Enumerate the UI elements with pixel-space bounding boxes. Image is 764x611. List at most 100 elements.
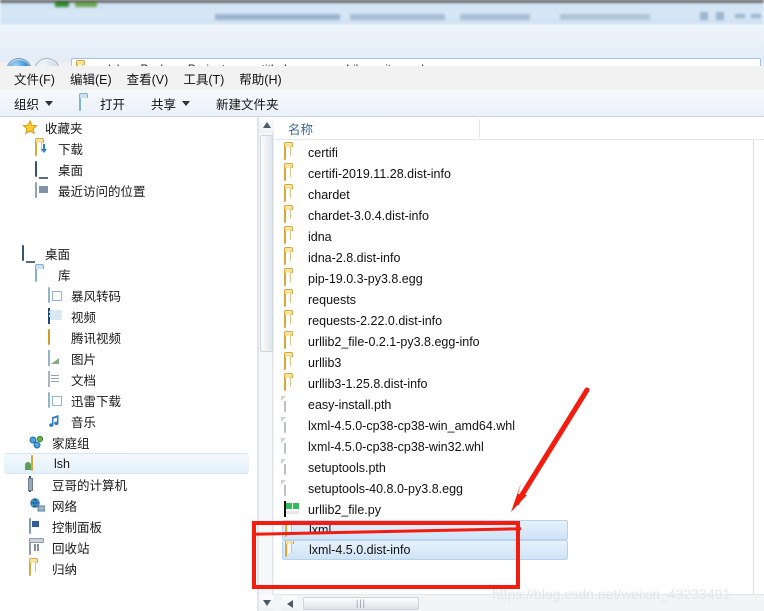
list-item[interactable]: lxml-4.5.0-cp38-cp38-win_amd64.whl: [274, 415, 764, 436]
list-item[interactable]: urllib2_file-0.2.1-py3.8.egg-info: [274, 331, 764, 352]
menu-item-view[interactable]: 查看(V): [123, 67, 180, 90]
list-item-label: certifi: [308, 145, 338, 160]
sidebar-item-favorites[interactable]: 收藏夹: [0, 117, 257, 138]
folder-icon: [285, 521, 302, 538]
watermark-url: https://blog.csdn.net/weixin_43233491: [492, 586, 731, 602]
list-item[interactable]: setuptools-40.8.0-py3.8.egg: [274, 478, 764, 499]
list-item[interactable]: lxml-4.5.0.dist-info: [282, 540, 568, 560]
list-item[interactable]: easy-install.pth: [274, 394, 764, 415]
file-rows: certifi certifi-2019.11.28.dist-info cha…: [274, 142, 764, 560]
file-icon: [284, 458, 301, 476]
sidebar-item-label: 迅雷下载: [71, 395, 122, 409]
organize-button[interactable]: 组织: [14, 94, 54, 113]
sidebar-item-pictures[interactable]: 图片: [0, 348, 257, 369]
list-item[interactable]: requests: [274, 289, 764, 310]
explorer-window: ▸ lsh ▸ PycharmProjects ▸ untitled ▸ ven…: [0, 0, 764, 611]
list-item[interactable]: urllib2_file.py: [274, 499, 764, 520]
list-item-label: setuptools.pth: [308, 460, 386, 475]
list-item[interactable]: requests-2.22.0.dist-info: [274, 310, 764, 331]
list-item[interactable]: lxml-4.5.0-cp38-cp38-win32.whl: [274, 436, 764, 457]
folder-icon: [284, 353, 301, 371]
user-folder-icon: [31, 454, 48, 472]
navigation-pane-scrollbar[interactable]: [258, 117, 274, 611]
recent-places-icon: [35, 181, 52, 199]
chevron-down-icon: [45, 100, 54, 106]
sidebar-item-label: 桌面: [58, 164, 84, 178]
sidebar-item-documents[interactable]: 文档: [0, 369, 257, 390]
sidebar-item-label: 家庭组: [52, 437, 90, 451]
scrollbar-thumb[interactable]: |||: [303, 597, 419, 610]
sidebar-item-libraries[interactable]: 库: [0, 264, 257, 285]
sidebar-item-videos[interactable]: 视频: [0, 306, 257, 327]
sidebar-item-downloads[interactable]: 下载: [0, 138, 257, 159]
list-item[interactable]: lxml: [282, 520, 568, 540]
sidebar-item-homegroup[interactable]: 家庭组: [0, 432, 257, 453]
menu-item-tools[interactable]: 工具(T): [179, 67, 235, 90]
pictures-icon: [48, 349, 65, 367]
sidebar-item-network[interactable]: 网络: [0, 495, 257, 516]
homegroup-icon: [29, 435, 46, 451]
menu-item-edit[interactable]: 编辑(E): [66, 67, 123, 90]
sidebar-item-label: 库: [58, 269, 71, 283]
sidebar-item-control-panel[interactable]: 控制面板: [0, 516, 257, 537]
column-header-name[interactable]: 名称: [274, 119, 313, 138]
navigation-pane[interactable]: 收藏夹 下载 桌面 最近访问的位置 桌面 库 暴风转码 视频 腾讯视频 图片 文…: [0, 117, 258, 611]
sidebar-item-computer[interactable]: 豆哥的计算机: [0, 474, 257, 495]
sidebar-item-label: 控制面板: [52, 521, 103, 535]
list-item[interactable]: idna: [274, 226, 764, 247]
share-button[interactable]: 共享: [151, 94, 191, 113]
scroll-down-arrow-icon[interactable]: [259, 595, 274, 611]
sidebar-item-tencent-video[interactable]: 腾讯视频: [0, 327, 257, 348]
sidebar-item-guina[interactable]: 归纳: [0, 558, 257, 579]
list-item-label: urllib3: [308, 355, 342, 370]
menu-item-file[interactable]: 文件(F): [10, 67, 66, 90]
sidebar-item-label: 图片: [71, 353, 97, 367]
list-item-label: certifi-2019.11.28.dist-info: [308, 166, 451, 181]
list-item-label: requests-2.22.0.dist-info: [308, 313, 443, 328]
menu-bar: 文件(F) 编辑(E) 查看(V) 工具(T) 帮助(H): [0, 66, 764, 90]
scroll-up-arrow-icon[interactable]: [259, 117, 274, 133]
list-item[interactable]: setuptools.pth: [274, 457, 764, 478]
list-item[interactable]: chardet-3.0.4.dist-info: [274, 205, 764, 226]
folder-icon: [284, 311, 301, 329]
new-folder-button[interactable]: 新建文件夹: [216, 94, 279, 113]
list-item[interactable]: certifi-2019.11.28.dist-info: [274, 163, 764, 184]
sidebar-item-desktop[interactable]: 桌面: [0, 159, 257, 180]
sidebar-item-music[interactable]: 音乐: [0, 411, 257, 432]
sidebar-item-lsh[interactable]: lsh: [4, 453, 249, 474]
file-icon: [284, 437, 301, 455]
folder-icon: [29, 559, 46, 577]
folder-icon: [284, 332, 301, 350]
list-item[interactable]: urllib3-1.25.8.dist-info: [274, 373, 764, 394]
sidebar-item-recent-places[interactable]: 最近访问的位置: [0, 180, 257, 201]
sidebar-item-label: 收藏夹: [45, 122, 83, 136]
list-item[interactable]: urllib3: [274, 352, 764, 373]
open-button[interactable]: 打开: [79, 94, 125, 113]
menu-item-help[interactable]: 帮助(H): [235, 67, 292, 90]
scrollbar-thumb[interactable]: [260, 135, 273, 352]
network-icon: [29, 497, 46, 514]
organize-label: 组织: [14, 97, 40, 112]
sidebar-item-label: lsh: [54, 456, 70, 471]
sidebar-item-thunder-download[interactable]: 迅雷下载: [0, 390, 257, 411]
sidebar-item-recycle-bin[interactable]: 回收站: [0, 537, 257, 558]
list-item-label: easy-install.pth: [308, 397, 392, 412]
sidebar-item-desktop-root[interactable]: 桌面: [0, 243, 257, 264]
downloads-folder-icon: [35, 139, 52, 157]
list-item-label: urllib3-1.25.8.dist-info: [308, 376, 428, 391]
list-item-label: chardet: [308, 187, 350, 202]
file-list-pane[interactable]: 名称 certifi certifi-2019.11.28.dist-info …: [274, 117, 764, 611]
column-divider[interactable]: [479, 119, 480, 138]
list-item-label: setuptools-40.8.0-py3.8.egg: [308, 481, 463, 496]
list-item[interactable]: pip-19.0.3-py3.8.egg: [274, 268, 764, 289]
list-item[interactable]: chardet: [274, 184, 764, 205]
scroll-left-arrow-icon[interactable]: [282, 596, 297, 611]
list-item[interactable]: certifi: [274, 142, 764, 163]
folder-icon: [284, 164, 301, 182]
folder-icon: [285, 541, 302, 558]
list-item-label: lxml-4.5.0-cp38-cp38-win_amd64.whl: [308, 418, 516, 433]
list-item[interactable]: idna-2.8.dist-info: [274, 247, 764, 268]
sidebar-item-baofeng-transcode[interactable]: 暴风转码: [0, 285, 257, 306]
